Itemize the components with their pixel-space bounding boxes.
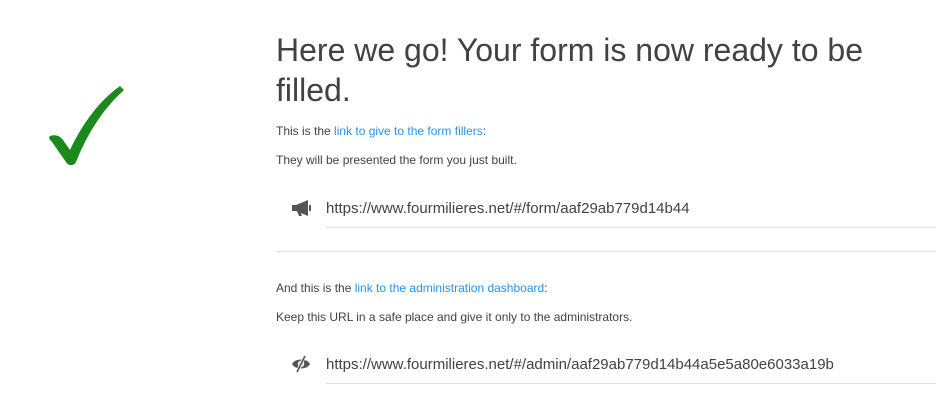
form-fillers-link[interactable]: link to give to the form fillers — [334, 124, 483, 138]
admin-url-row — [276, 347, 936, 384]
form-url-row — [276, 191, 936, 228]
page: Here we go! Your form is now ready to be… — [0, 0, 936, 409]
form-link-intro-prefix: This is the — [276, 124, 335, 138]
section-divider — [276, 251, 936, 252]
form-link-description: They will be presented the form you just… — [276, 153, 517, 167]
checkmark-icon — [49, 86, 125, 165]
form-link-intro-suffix: : — [482, 124, 487, 138]
admin-url-field[interactable] — [326, 347, 936, 384]
form-link-intro: This is the link to give to the form fil… — [276, 123, 936, 139]
megaphone-icon — [292, 200, 311, 216]
admin-link-intro-suffix: : — [544, 281, 548, 295]
admin-link-intro-prefix: And this is the — [276, 281, 355, 295]
eye-slash-icon — [292, 355, 310, 373]
admin-dashboard-link[interactable]: link to the administration dashboard — [355, 281, 544, 295]
main-content: Here we go! Your form is now ready to be… — [276, 30, 936, 384]
success-indicator — [0, 0, 240, 409]
form-url-field[interactable] — [326, 191, 936, 228]
page-title: Here we go! Your form is now ready to be… — [276, 32, 863, 108]
admin-link-intro: And this is the link to the administrati… — [276, 280, 936, 296]
admin-link-description: Keep this URL in a safe place and give i… — [276, 310, 633, 324]
